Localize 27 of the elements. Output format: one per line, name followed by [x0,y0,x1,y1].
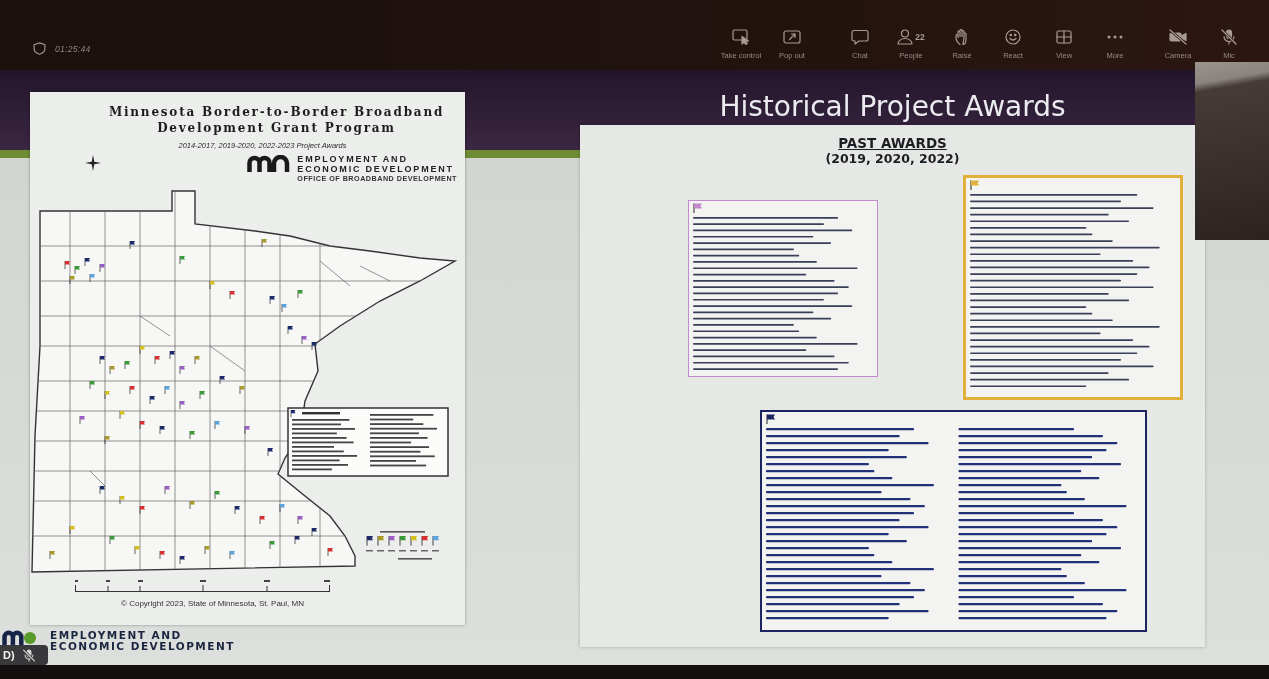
poster-title-line: Minnesota Border-to-Border Broadband [108,104,445,120]
footer-agency-line: ECONOMIC DEVELOPMENT [50,641,235,652]
flag-icon [693,203,702,213]
footer-agency-line: EMPLOYMENT AND [50,630,183,641]
chat-icon [851,29,869,45]
agency-name-line: EMPLOYMENT AND [297,155,409,165]
flag-icon [766,414,775,424]
compass-star-icon [85,155,101,171]
poster-title-line: Development Grant Program [157,120,396,136]
slide-title: Historical Project Awards [719,89,1066,125]
agency-name-line: ECONOMIC DEVELOPMENT [297,164,455,174]
popout-icon [783,29,801,45]
dots-icon [1107,35,1123,39]
arch-logo-icon [2,630,38,645]
call-timer: 01:25:44 [55,43,91,54]
awards-years: (2019, 2020, 2022) [825,151,960,166]
smiley-icon [1005,29,1021,45]
flag-icon [970,180,979,190]
grid-icon [1056,30,1072,44]
cursor-screen-icon [732,29,750,45]
person-icon [897,29,914,45]
awards-heading: PAST AWARDS [838,136,947,151]
copyright-note: © Copyright 2023, State of Minnesota, St. Paul, MN [121,599,304,609]
participant-name: D) [3,649,15,661]
hand-icon [955,29,969,45]
shield-icon [33,42,46,55]
arch-logo-icon [247,155,292,172]
